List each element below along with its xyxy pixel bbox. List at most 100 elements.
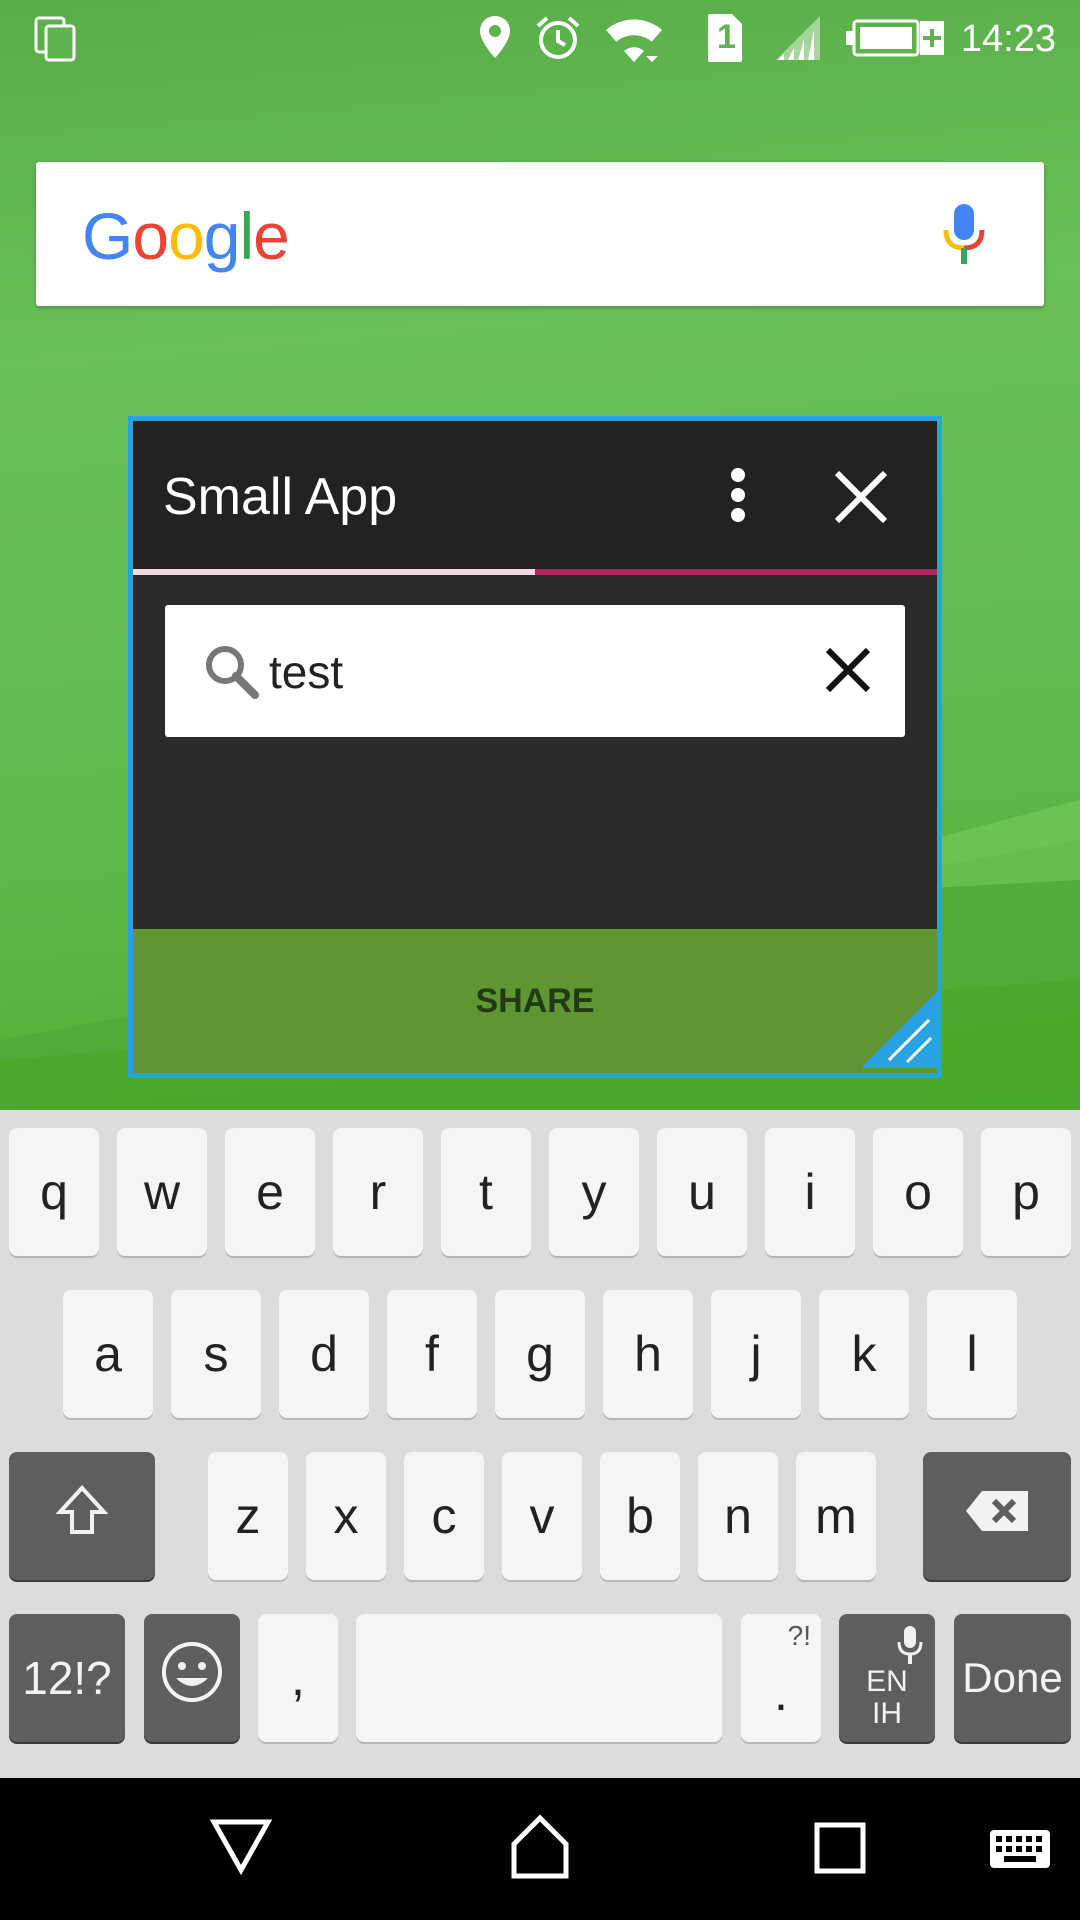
symbols-key-label: 12!? bbox=[22, 1652, 112, 1704]
small-app-footer: SHARE bbox=[133, 929, 937, 1073]
back-icon[interactable] bbox=[209, 1814, 273, 1881]
key-f-label: f bbox=[425, 1326, 439, 1382]
location-icon bbox=[478, 14, 512, 65]
backspace-key[interactable] bbox=[923, 1452, 1071, 1580]
emoji-key[interactable] bbox=[144, 1614, 240, 1742]
sim-slot-number: 1 bbox=[717, 18, 736, 56]
language-bottom: IH bbox=[872, 1697, 902, 1730]
backspace-icon bbox=[964, 1487, 1030, 1545]
signal-icon bbox=[774, 14, 822, 67]
emoji-icon bbox=[160, 1640, 224, 1716]
google-search-widget[interactable]: Google bbox=[36, 162, 1044, 306]
loading-progress-bar bbox=[133, 569, 937, 575]
shift-icon bbox=[55, 1484, 109, 1548]
key-w[interactable]: w bbox=[117, 1128, 207, 1256]
navigation-bar bbox=[0, 1778, 1080, 1920]
key-l-label: l bbox=[966, 1326, 978, 1382]
key-b-label: b bbox=[626, 1488, 654, 1544]
key-h-label: h bbox=[634, 1326, 662, 1382]
key-c[interactable]: c bbox=[404, 1452, 484, 1580]
status-bar-clock: 14:23 bbox=[960, 18, 1056, 60]
search-icon bbox=[203, 643, 259, 704]
alarm-icon bbox=[534, 14, 582, 67]
key-k[interactable]: k bbox=[819, 1290, 909, 1418]
language-key[interactable]: EN IH bbox=[839, 1614, 935, 1742]
key-g-label: g bbox=[526, 1326, 554, 1382]
resize-handle-icon[interactable] bbox=[861, 992, 937, 1073]
voice-search-mic-icon[interactable] bbox=[942, 202, 986, 271]
clear-search-icon[interactable] bbox=[825, 647, 871, 698]
search-input[interactable]: test bbox=[165, 605, 905, 737]
key-t[interactable]: t bbox=[441, 1128, 531, 1256]
google-logo: Google bbox=[82, 198, 290, 274]
key-r[interactable]: r bbox=[333, 1128, 423, 1256]
key-o[interactable]: o bbox=[873, 1128, 963, 1256]
language-label: EN IH bbox=[839, 1666, 935, 1730]
key-s[interactable]: s bbox=[171, 1290, 261, 1418]
key-f[interactable]: f bbox=[387, 1290, 477, 1418]
sim-icon: 1 bbox=[706, 12, 744, 69]
key-m[interactable]: m bbox=[796, 1452, 876, 1580]
key-e[interactable]: e bbox=[225, 1128, 315, 1256]
wifi-icon bbox=[602, 16, 666, 69]
period-key-hint: ?! bbox=[787, 1620, 811, 1651]
comma-key[interactable]: , bbox=[258, 1614, 338, 1742]
key-h[interactable]: h bbox=[603, 1290, 693, 1418]
key-x[interactable]: x bbox=[306, 1452, 386, 1580]
small-app-window[interactable]: Small App test SHARE bbox=[128, 416, 942, 1078]
key-k-label: k bbox=[851, 1326, 877, 1382]
key-x-label: x bbox=[333, 1488, 359, 1544]
google-logo-letter: l bbox=[239, 199, 255, 273]
key-l[interactable]: l bbox=[927, 1290, 1017, 1418]
google-logo-letter: o bbox=[168, 199, 205, 273]
key-u[interactable]: u bbox=[657, 1128, 747, 1256]
key-g[interactable]: g bbox=[495, 1290, 585, 1418]
key-n[interactable]: n bbox=[698, 1452, 778, 1580]
key-i[interactable]: i bbox=[765, 1128, 855, 1256]
key-j[interactable]: j bbox=[711, 1290, 801, 1418]
key-s-label: s bbox=[203, 1326, 229, 1382]
loading-progress-fill bbox=[133, 569, 535, 575]
key-v[interactable]: v bbox=[502, 1452, 582, 1580]
overflow-menu-icon[interactable] bbox=[713, 465, 763, 525]
done-key[interactable]: Done bbox=[954, 1614, 1071, 1742]
shift-key[interactable] bbox=[9, 1452, 155, 1580]
key-z[interactable]: z bbox=[208, 1452, 288, 1580]
status-bar: 1 14:23 bbox=[0, 0, 1080, 78]
key-r-label: r bbox=[369, 1164, 387, 1220]
close-icon[interactable] bbox=[833, 469, 889, 525]
key-n-label: n bbox=[724, 1488, 752, 1544]
key-c-label: c bbox=[431, 1488, 457, 1544]
battery-icon bbox=[844, 18, 948, 63]
key-d[interactable]: d bbox=[279, 1290, 369, 1418]
key-y[interactable]: y bbox=[549, 1128, 639, 1256]
key-a[interactable]: a bbox=[63, 1290, 153, 1418]
key-y-label: y bbox=[581, 1164, 607, 1220]
period-key[interactable]: .?! bbox=[741, 1614, 821, 1742]
small-app-title: Small App bbox=[163, 468, 398, 526]
recents-icon[interactable] bbox=[814, 1822, 866, 1879]
search-query-text[interactable]: test bbox=[269, 645, 343, 699]
space-key[interactable] bbox=[356, 1614, 722, 1742]
key-i-label: i bbox=[804, 1164, 816, 1220]
symbols-key[interactable]: 12!? bbox=[9, 1614, 125, 1742]
on-screen-keyboard: q w e r t y u i o p a s d f g h j k l z x c v b n m 12!?,.?! EN IH Do… bbox=[0, 1110, 1080, 1778]
key-d-label: d bbox=[310, 1326, 338, 1382]
key-q[interactable]: q bbox=[9, 1128, 99, 1256]
key-p-label: p bbox=[1012, 1164, 1040, 1220]
done-key-label: Done bbox=[962, 1654, 1063, 1701]
key-p[interactable]: p bbox=[981, 1128, 1071, 1256]
share-button[interactable]: SHARE bbox=[133, 929, 937, 1073]
key-o-label: o bbox=[904, 1164, 932, 1220]
key-u-label: u bbox=[688, 1164, 716, 1220]
google-logo-letter: G bbox=[82, 199, 133, 273]
google-logo-letter: e bbox=[253, 199, 290, 273]
key-e-label: e bbox=[256, 1164, 284, 1220]
key-b[interactable]: b bbox=[600, 1452, 680, 1580]
keyboard-icon[interactable] bbox=[988, 1828, 1052, 1875]
key-j-label: j bbox=[750, 1326, 762, 1382]
key-m-label: m bbox=[815, 1488, 857, 1544]
home-icon[interactable] bbox=[508, 1814, 572, 1885]
key-v-label: v bbox=[529, 1488, 555, 1544]
key-a-label: a bbox=[94, 1326, 122, 1382]
